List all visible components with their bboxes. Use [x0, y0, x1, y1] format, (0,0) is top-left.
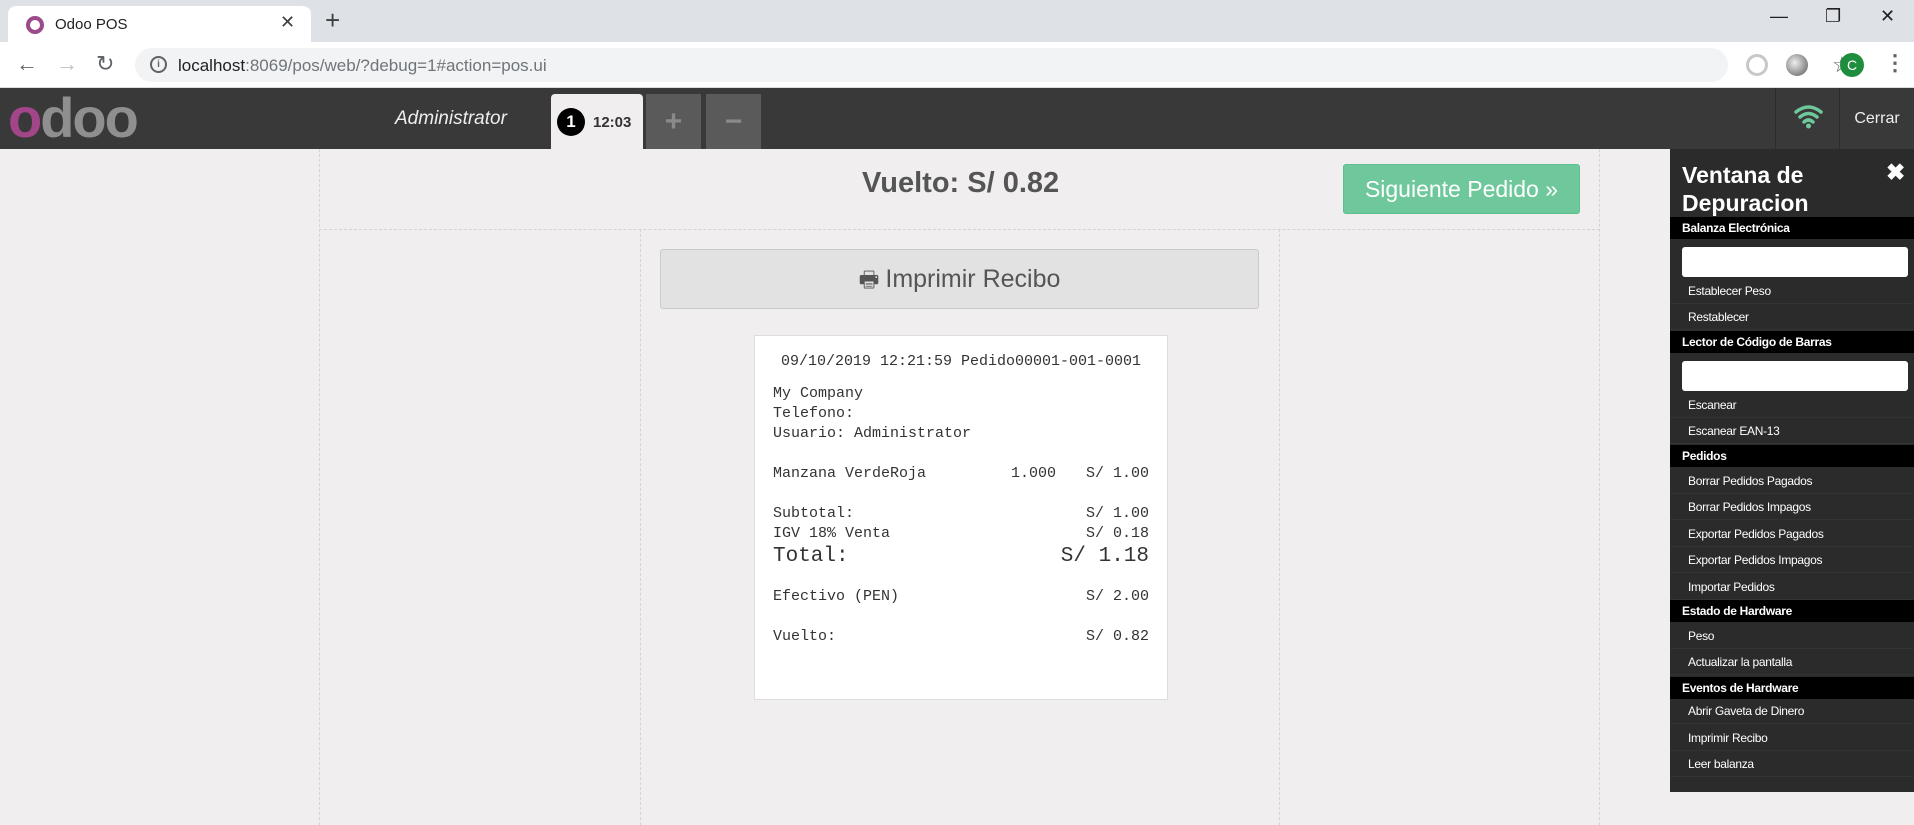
extension-icon[interactable]	[1786, 54, 1808, 76]
weight-input[interactable]	[1682, 247, 1908, 277]
orderline-product: Manzana VerdeRoja	[773, 465, 927, 482]
debug-section-barcode: Lector de Código de Barras	[1670, 331, 1914, 353]
tab-close-icon[interactable]: ✕	[280, 12, 295, 33]
receipt-total: Total: S/ 1.18	[773, 545, 1149, 573]
debug-section-scale: Balanza Electrónica	[1670, 217, 1914, 239]
receipt-company: My Company	[773, 385, 864, 402]
profile-avatar[interactable]: C	[1840, 53, 1864, 77]
export-unpaid-orders-button[interactable]: Exportar Pedidos Impagos	[1670, 547, 1914, 573]
receipt: 09/10/2019 12:21:59 Pedido00001-001-0001…	[754, 335, 1168, 700]
new-tab-icon[interactable]: +	[325, 6, 340, 34]
subtotal-label: Subtotal:	[773, 505, 855, 522]
proxy-status-wifi-icon[interactable]	[1775, 88, 1840, 149]
export-paid-orders-button[interactable]: Exportar Pedidos Pagados	[1670, 521, 1914, 547]
address-bar[interactable]: i localhost:8069/pos/web/?debug=1#action…	[135, 48, 1852, 82]
browser-toolbar: ← → ↻ i localhost:8069/pos/web/?debug=1#…	[0, 42, 1914, 88]
debug-title: Ventana de Depuracion	[1682, 162, 1809, 216]
reset-weight-button[interactable]: Restablecer	[1670, 304, 1914, 330]
receipt-phone: Telefono:	[773, 405, 855, 422]
receipt-payment: Efectivo (PEN) S/ 2.00	[773, 588, 1149, 608]
order-tab[interactable]: 1 12:03	[551, 94, 643, 149]
back-icon[interactable]: ←	[16, 51, 38, 77]
restore-icon[interactable]: ❐	[1825, 6, 1841, 27]
receipt-subtotal: Subtotal: S/ 1.00	[773, 505, 1149, 525]
next-order-button[interactable]: Siguiente Pedido »	[1343, 164, 1580, 214]
delete-paid-orders-button[interactable]: Borrar Pedidos Pagados	[1670, 468, 1914, 494]
close-pos-button[interactable]: Cerrar	[1840, 88, 1914, 149]
print-receipt-label: Imprimir Recibo	[885, 265, 1061, 293]
delete-unpaid-orders-button[interactable]: Borrar Pedidos Impagos	[1670, 494, 1914, 520]
total-value: S/ 1.18	[1060, 545, 1149, 568]
odoo-logo: odoo	[8, 86, 139, 149]
debug-section-hw-status: Estado de Hardware	[1670, 600, 1914, 622]
info-icon[interactable]: i	[150, 56, 167, 73]
payment-value: S/ 2.00	[1085, 588, 1149, 605]
order-time: 12:03	[593, 114, 632, 131]
debug-print-receipt-button[interactable]: Imprimir Recibo	[1670, 725, 1914, 751]
refresh-screen-button[interactable]: Actualizar la pantalla	[1670, 649, 1914, 675]
debug-window: Ventana de Depuracion ✖ Balanza Electrón…	[1670, 149, 1914, 792]
orderline-price: S/ 1.00	[1085, 465, 1149, 482]
receipt-user: Usuario: Administrator	[773, 425, 972, 442]
minimize-icon[interactable]: —	[1770, 6, 1788, 27]
extension-icon[interactable]	[1746, 54, 1768, 76]
print-receipt-button[interactable]: 🖶 Imprimir Recibo	[660, 249, 1259, 309]
odoo-favicon-icon	[26, 16, 44, 34]
browser-menu-icon[interactable]: ⋮	[1884, 50, 1906, 76]
receipt-orderline: Manzana VerdeRoja 1.000 S/ 1.00	[773, 465, 1149, 485]
payment-label: Efectivo (PEN)	[773, 588, 900, 605]
forward-icon[interactable]: →	[56, 51, 78, 77]
remove-order-button[interactable]: −	[706, 94, 761, 149]
total-label: Total:	[773, 545, 849, 568]
add-order-button[interactable]: +	[646, 94, 701, 149]
url-text: localhost:8069/pos/web/?debug=1#action=p…	[178, 56, 547, 75]
orderline-qty: 1.000	[1011, 465, 1057, 482]
tax-label: IGV 18% Venta	[773, 525, 891, 542]
change-title: Vuelto: S/ 0.82	[862, 167, 1060, 199]
debug-section-orders: Pedidos	[1670, 445, 1914, 467]
tab-title: Odoo POS	[55, 16, 128, 33]
import-orders-button[interactable]: Importar Pedidos	[1670, 574, 1914, 600]
reload-icon[interactable]: ↻	[96, 51, 114, 77]
order-number-badge: 1	[557, 108, 585, 136]
receipt-change: Vuelto: S/ 0.82	[773, 628, 1149, 648]
tax-value: S/ 0.18	[1085, 525, 1149, 542]
scan-ean13-button[interactable]: Escanear EAN-13	[1670, 418, 1914, 444]
window-close-icon[interactable]: ✕	[1880, 6, 1895, 27]
change-label: Vuelto:	[773, 628, 837, 645]
cashier-name[interactable]: Administrator	[395, 108, 507, 130]
change-value: S/ 0.82	[1085, 628, 1149, 645]
pos-topbar: odoo Administrator 1 12:03 + − Cerrar	[0, 88, 1914, 149]
debug-close-icon[interactable]: ✖	[1886, 159, 1905, 186]
debug-section-hw-events: Eventos de Hardware	[1670, 677, 1914, 699]
open-cashbox-button[interactable]: Abrir Gaveta de Dinero	[1670, 698, 1914, 724]
browser-tabstrip: Odoo POS ✕ + — ❐ ✕	[0, 0, 1914, 42]
receipt-header: 09/10/2019 12:21:59 Pedido00001-001-0001	[780, 353, 1142, 370]
subtotal-value: S/ 1.00	[1085, 505, 1149, 522]
scan-button[interactable]: Escanear	[1670, 392, 1914, 418]
browser-tab[interactable]: Odoo POS ✕	[8, 6, 311, 42]
weight-status-button[interactable]: Peso	[1670, 623, 1914, 649]
set-weight-button[interactable]: Establecer Peso	[1670, 278, 1914, 304]
printer-icon: 🖶	[858, 267, 880, 292]
read-scale-button[interactable]: Leer balanza	[1670, 751, 1914, 777]
receipt-tax: IGV 18% Venta S/ 0.18	[773, 525, 1149, 545]
barcode-input[interactable]	[1682, 361, 1908, 391]
